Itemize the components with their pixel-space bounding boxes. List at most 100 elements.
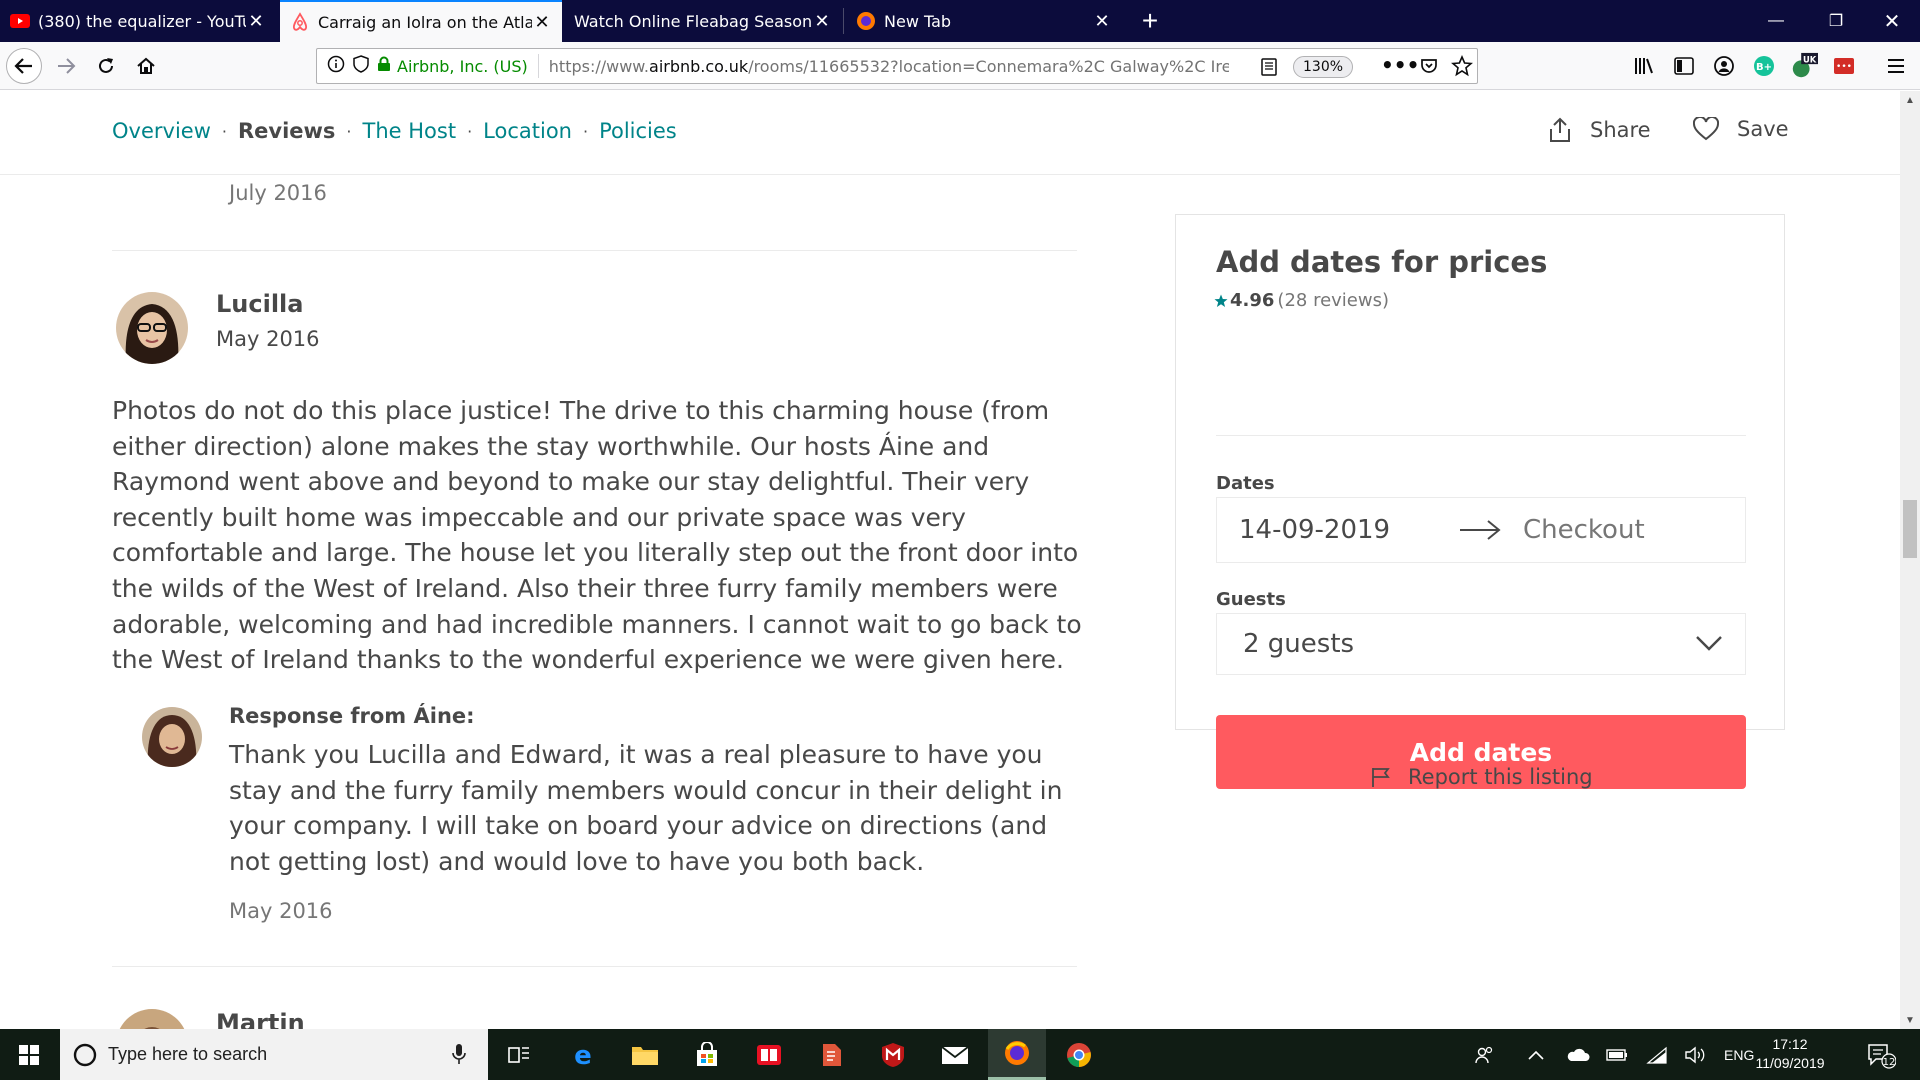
tab-youtube[interactable]: (380) the equalizer - YouTube ✕ — [0, 0, 276, 42]
close-tab-icon[interactable]: ✕ — [1092, 11, 1112, 32]
battery-icon[interactable] — [1606, 1029, 1628, 1080]
info-icon[interactable] — [327, 55, 345, 77]
subnav-location-link[interactable]: Location — [483, 119, 572, 143]
site-identity[interactable]: Airbnb, Inc. (US) — [369, 54, 539, 78]
hamburger-menu-icon[interactable] — [1882, 52, 1910, 80]
lastpass-extension-icon[interactable]: ••• — [1830, 52, 1858, 80]
volume-icon[interactable] — [1684, 1029, 1706, 1080]
edge-icon[interactable]: e — [554, 1029, 612, 1080]
task-view-icon[interactable] — [490, 1029, 548, 1080]
close-tab-icon[interactable]: ✕ — [246, 11, 266, 32]
address-bar[interactable]: Airbnb, Inc. (US) https://www.airbnb.co.… — [316, 48, 1478, 84]
restore-icon[interactable]: ❐ — [1808, 0, 1864, 42]
file-explorer-icon[interactable] — [616, 1029, 674, 1080]
minimize-icon[interactable]: ― — [1748, 0, 1804, 42]
section-links: Overview · Reviews · The Host · Location… — [112, 119, 677, 143]
youtube-icon — [10, 14, 30, 28]
close-tab-icon[interactable]: ✕ — [812, 11, 832, 32]
clock-date: 11/09/2019 — [1755, 1055, 1825, 1071]
store-icon[interactable] — [678, 1029, 736, 1080]
listing-rating[interactable]: 4.96 (28 reviews) — [1214, 290, 1389, 311]
home-icon[interactable] — [128, 48, 164, 84]
vpn-extension-icon[interactable]: UK — [1790, 52, 1818, 80]
chevron-up-icon[interactable] — [1528, 1029, 1544, 1080]
subnav-host-link[interactable]: The Host — [363, 119, 457, 143]
share-button[interactable]: Share — [1548, 117, 1651, 143]
subnav-reviews-link[interactable]: Reviews — [238, 119, 335, 143]
save-button[interactable]: Save — [1693, 117, 1789, 141]
svg-text:•••: ••• — [1836, 62, 1852, 72]
review-divider — [112, 250, 1077, 251]
close-tab-icon[interactable]: ✕ — [532, 12, 552, 33]
firefox-taskbar-icon[interactable] — [988, 1029, 1046, 1080]
pocket-icon[interactable] — [1419, 56, 1439, 80]
reviewer-name[interactable]: Lucilla — [216, 290, 303, 318]
tab-title: Carraig an Iolra on the Atlantic — [318, 12, 532, 32]
next-reviewer-name[interactable]: Martin — [216, 1009, 305, 1029]
report-label: Report this listing — [1408, 765, 1593, 789]
guests-value: 2 guests — [1243, 629, 1355, 659]
review-text: Photos do not do this place justice! The… — [112, 396, 1082, 675]
new-tab-icon[interactable]: + — [1132, 0, 1168, 42]
zoom-level-badge[interactable]: 130% — [1293, 56, 1354, 78]
scrollbar-thumb[interactable] — [1903, 500, 1917, 558]
host-avatar[interactable] — [142, 707, 202, 767]
search-placeholder: Type here to search — [108, 1044, 268, 1064]
tracking-shield-icon[interactable] — [353, 55, 369, 77]
action-center-icon[interactable]: 12 — [1866, 1029, 1896, 1080]
svg-text:e: e — [574, 1042, 592, 1068]
taskbar-search-box[interactable]: Type here to search — [60, 1029, 488, 1080]
save-label: Save — [1737, 117, 1789, 141]
chevron-down-icon — [1696, 636, 1722, 651]
windows-start-icon[interactable] — [0, 1029, 58, 1080]
system-clock[interactable]: 17:12 11/09/2019 — [1745, 1035, 1835, 1073]
reader-view-icon[interactable] — [1260, 57, 1278, 81]
forward-button[interactable] — [48, 48, 84, 84]
bookmark-star-icon[interactable] — [1451, 54, 1473, 81]
reviewer-avatar[interactable] — [116, 292, 188, 364]
review-date: May 2016 — [216, 327, 320, 351]
sidebar-icon[interactable] — [1670, 52, 1698, 80]
identity-label: Airbnb, Inc. (US) — [397, 56, 528, 76]
share-label: Share — [1590, 118, 1651, 142]
page-actions-icon[interactable]: ••• — [1381, 53, 1419, 77]
rating-score: 4.96 — [1230, 290, 1275, 311]
subnav-policies-link[interactable]: Policies — [599, 119, 677, 143]
tab-fleabag[interactable]: Watch Online Fleabag Season 2 Ep ✕ — [566, 0, 842, 42]
card-divider — [1216, 435, 1746, 436]
reader-app-icon[interactable] — [740, 1029, 798, 1080]
next-reviewer-avatar[interactable] — [116, 1009, 188, 1029]
mail-icon[interactable] — [926, 1029, 984, 1080]
chrome-icon[interactable] — [1050, 1029, 1108, 1080]
reload-icon[interactable] — [88, 48, 124, 84]
checkin-field[interactable]: 14-09-2019 — [1239, 515, 1459, 545]
wifi-icon[interactable] — [1646, 1029, 1668, 1080]
date-range-picker[interactable]: 14-09-2019 Checkout — [1216, 497, 1746, 563]
subnav-overview-link[interactable]: Overview — [112, 119, 211, 143]
navigation-toolbar: Airbnb, Inc. (US) https://www.airbnb.co.… — [0, 42, 1920, 90]
account-icon[interactable] — [1710, 52, 1738, 80]
page-scrollbar[interactable]: ▲ ▼ — [1900, 91, 1920, 1029]
url-text[interactable]: https://www.airbnb.co.uk/rooms/11665532?… — [539, 57, 1229, 76]
firefox-icon — [856, 11, 876, 31]
report-listing-link[interactable]: Report this listing — [1370, 765, 1593, 789]
people-icon[interactable] — [1474, 1029, 1496, 1080]
tab-airbnb[interactable]: Carraig an Iolra on the Atlantic ✕ — [280, 0, 562, 42]
onedrive-icon[interactable] — [1566, 1029, 1590, 1080]
guests-dropdown[interactable]: 2 guests — [1216, 613, 1746, 675]
office-app-icon[interactable] — [802, 1029, 860, 1080]
checkout-field[interactable]: Checkout — [1523, 515, 1645, 545]
close-window-icon[interactable]: ✕ — [1864, 0, 1920, 42]
back-button[interactable] — [6, 48, 42, 84]
host-response-date: May 2016 — [229, 899, 333, 923]
microphone-icon[interactable] — [452, 1043, 466, 1065]
mcafee-icon[interactable] — [864, 1029, 922, 1080]
tab-new[interactable]: New Tab ✕ — [846, 0, 1122, 42]
grammar-extension-icon[interactable]: B+ — [1750, 52, 1778, 80]
scroll-down-icon[interactable]: ▼ — [1900, 1011, 1920, 1029]
svg-text:UK: UK — [1803, 54, 1817, 64]
url-prefix: https://www. — [548, 56, 650, 76]
scroll-up-icon[interactable]: ▲ — [1900, 91, 1920, 109]
library-icon[interactable] — [1630, 52, 1658, 80]
dates-label: Dates — [1216, 473, 1275, 494]
